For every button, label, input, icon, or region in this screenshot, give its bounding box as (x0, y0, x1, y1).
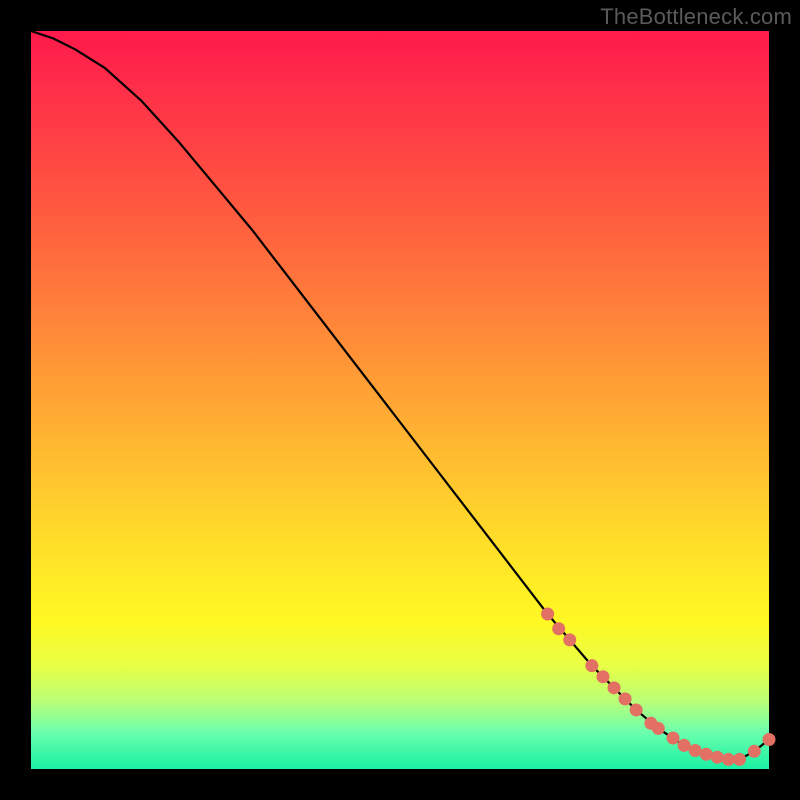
highlight-dot (585, 659, 598, 672)
highlight-dot (722, 753, 735, 766)
highlight-dot (689, 744, 702, 757)
highlight-dot (711, 751, 724, 764)
highlight-dot (619, 692, 632, 705)
highlight-dots (541, 608, 775, 766)
highlight-dot (678, 739, 691, 752)
highlight-dot (667, 732, 680, 745)
highlight-dot (541, 608, 554, 621)
highlight-dot (630, 703, 643, 716)
highlight-dot (748, 745, 761, 758)
curve-svg (31, 31, 769, 769)
chart-frame: TheBottleneck.com (0, 0, 800, 800)
highlight-dot (608, 681, 621, 694)
highlight-dot (733, 753, 746, 766)
plot-area (31, 31, 769, 769)
bottleneck-curve (31, 31, 769, 759)
highlight-dot (552, 622, 565, 635)
watermark-text: TheBottleneck.com (600, 4, 792, 30)
highlight-dot (763, 733, 776, 746)
highlight-dot (700, 748, 713, 761)
highlight-dot (652, 722, 665, 735)
highlight-dot (563, 633, 576, 646)
highlight-dot (596, 670, 609, 683)
